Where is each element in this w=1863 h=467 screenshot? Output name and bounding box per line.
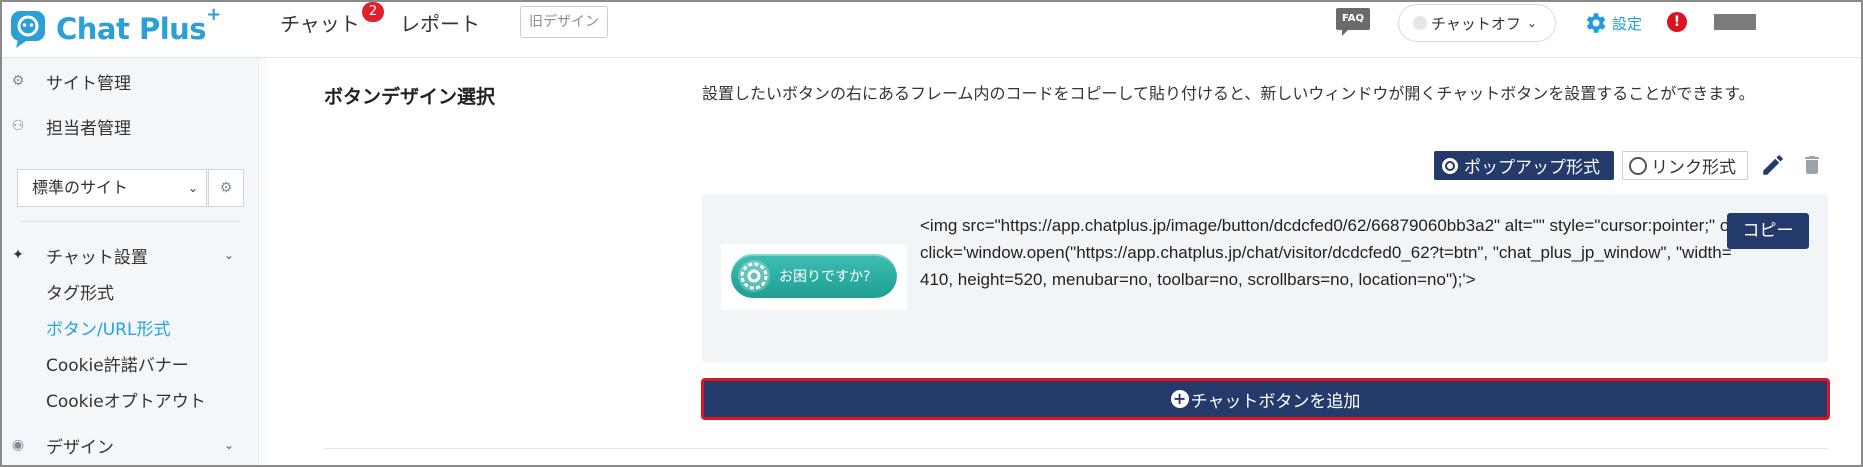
radio-selected-icon bbox=[1442, 157, 1458, 174]
plus-icon: + bbox=[1170, 390, 1189, 408]
sidebar-scrollbar[interactable] bbox=[258, 58, 267, 465]
radio-empty-icon bbox=[1629, 156, 1647, 175]
nav-chat[interactable]: チャット bbox=[280, 8, 360, 37]
chat-count-badge: 2 bbox=[362, 2, 384, 22]
sidebar-subitem-button-url[interactable]: ボタン/URL形式 bbox=[46, 315, 170, 340]
sidebar-item-agent-admin[interactable]: ⚇ 担当者管理 bbox=[2, 111, 260, 141]
chevron-down-icon: ⌄ bbox=[224, 248, 235, 262]
radio-link-label: リンク形式 bbox=[1651, 158, 1736, 178]
nav-report[interactable]: レポート bbox=[400, 8, 480, 37]
sidebar: ⚙ サイト管理 ⚇ 担当者管理 標準のサイト ⌄ ⚙ ✦ チャット設置 ⌄ タグ… bbox=[2, 58, 260, 465]
sidebar-divider bbox=[20, 221, 240, 222]
settings-link[interactable]: 設定 bbox=[1582, 10, 1642, 36]
copy-button[interactable]: コピー bbox=[1727, 213, 1809, 249]
trash-icon[interactable] bbox=[1800, 152, 1824, 178]
sidebar-item-site-admin[interactable]: ⚙ サイト管理 bbox=[2, 66, 260, 96]
chat-plus-logo-icon bbox=[11, 11, 45, 48]
embed-code[interactable]: <img src="https://app.chatplus.jp/image/… bbox=[920, 212, 1740, 293]
settings-label: 設定 bbox=[1612, 14, 1643, 33]
sidebar-item-label: 担当者管理 bbox=[46, 118, 131, 139]
radio-popup-label: ポップアップ形式 bbox=[1464, 158, 1600, 178]
sidebar-item-label: デザイン bbox=[46, 437, 114, 458]
gear-icon bbox=[1586, 13, 1606, 33]
tools-icon: ✦ bbox=[12, 247, 24, 263]
edit-icon[interactable] bbox=[1760, 152, 1786, 178]
site-settings-button[interactable]: ⚙ bbox=[208, 169, 244, 207]
section-divider bbox=[324, 448, 1828, 449]
add-chat-button-label: チャットボタンを追加 bbox=[1190, 391, 1361, 412]
gear-icon: ⚙ bbox=[11, 73, 25, 89]
button-preview: お困りですか? bbox=[721, 244, 907, 310]
status-dot-icon bbox=[1413, 16, 1427, 30]
radio-popup-mode[interactable]: ポップアップ形式 bbox=[1434, 151, 1614, 180]
section-description: 設置したいボタンの右にあるフレーム内のコードをコピーして貼り付けると、新しいウィ… bbox=[702, 84, 1755, 103]
section-title: ボタンデザイン選択 bbox=[324, 86, 496, 108]
sidebar-item-label: チャット設置 bbox=[46, 247, 148, 268]
app-window: Chat Plus+ チャット 2 レポート 旧デザイン FAQ チャットオフ … bbox=[0, 0, 1863, 467]
gear-icon bbox=[738, 260, 770, 292]
sidebar-subitem-cookie-optout[interactable]: Cookieオプトアウト bbox=[46, 387, 206, 412]
users-icon: ⚇ bbox=[11, 118, 25, 134]
chevron-down-icon: ⌄ bbox=[1526, 16, 1537, 30]
palette-icon: ◉ bbox=[11, 437, 25, 453]
chat-status-label: チャットオフ bbox=[1431, 14, 1521, 33]
sidebar-subitem-tag[interactable]: タグ形式 bbox=[46, 279, 114, 304]
add-chat-button[interactable]: + チャットボタンを追加 bbox=[701, 378, 1830, 420]
top-header: Chat Plus+ チャット 2 レポート 旧デザイン FAQ チャットオフ … bbox=[2, 2, 1861, 58]
sidebar-item-chat-setup[interactable]: ✦ チャット設置 ⌄ bbox=[2, 240, 260, 270]
site-select[interactable]: 標準のサイト ⌄ bbox=[17, 169, 207, 207]
chat-button-preview[interactable]: お困りですか? bbox=[731, 254, 897, 298]
user-avatar[interactable] bbox=[1714, 14, 1756, 30]
site-select-value: 標準のサイト bbox=[32, 178, 129, 197]
sidebar-item-design[interactable]: ◉ デザイン ⌄ bbox=[2, 430, 260, 460]
faq-icon[interactable]: FAQ bbox=[1336, 8, 1370, 36]
sidebar-item-label: サイト管理 bbox=[46, 73, 131, 94]
chat-button-preview-label: お困りですか? bbox=[779, 269, 871, 285]
alert-icon[interactable]: ! bbox=[1667, 12, 1687, 32]
gear-icon: ⚙ bbox=[219, 180, 233, 196]
logo[interactable]: Chat Plus+ bbox=[8, 4, 221, 54]
chevron-down-icon: ⌄ bbox=[187, 181, 198, 195]
chat-status-dropdown[interactable]: チャットオフ ⌄ bbox=[1398, 4, 1556, 42]
logo-text: Chat Plus+ bbox=[56, 4, 221, 46]
chevron-down-icon: ⌄ bbox=[224, 438, 235, 452]
sidebar-subitem-cookie-banner[interactable]: Cookie許諾バナー bbox=[46, 351, 189, 376]
radio-link-mode[interactable]: リンク形式 bbox=[1622, 151, 1748, 180]
old-design-button[interactable]: 旧デザイン bbox=[520, 6, 608, 38]
code-panel: お困りですか? <img src="https://app.chatplus.j… bbox=[702, 194, 1828, 362]
